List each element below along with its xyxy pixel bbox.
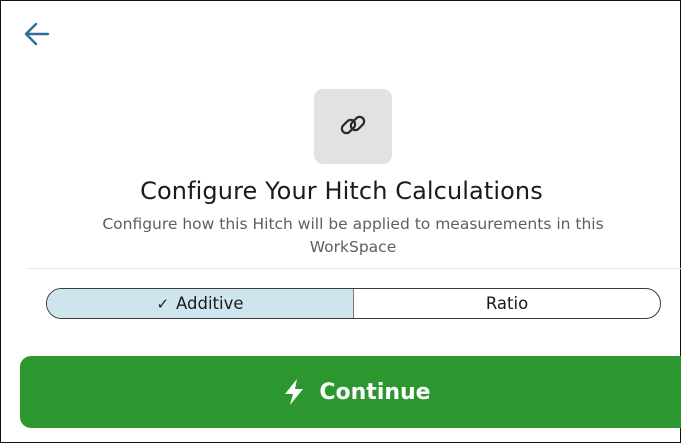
link-icon (338, 110, 368, 144)
page-title: Configure Your Hitch Calculations (140, 177, 543, 205)
additive-option[interactable]: ✓ Additive (47, 289, 354, 318)
hitch-config-panel: Configure Your Hitch Calculations Config… (0, 0, 681, 443)
back-button[interactable] (23, 21, 53, 49)
continue-button[interactable]: Continue (20, 356, 681, 428)
lightning-bolt-icon (283, 378, 305, 406)
calculation-mode-toggle: ✓ Additive Ratio (46, 288, 661, 319)
continue-button-label: Continue (319, 379, 431, 405)
page-subtitle: Configure how this Hitch will be applied… (102, 215, 604, 256)
arrow-left-icon (23, 21, 53, 47)
additive-option-label: Additive (176, 294, 244, 313)
ratio-option-label: Ratio (485, 294, 529, 313)
checkmark-icon: ✓ (156, 294, 170, 313)
divider (27, 268, 681, 269)
ratio-option[interactable]: Ratio (354, 289, 660, 318)
hitch-icon-tile (314, 89, 392, 164)
